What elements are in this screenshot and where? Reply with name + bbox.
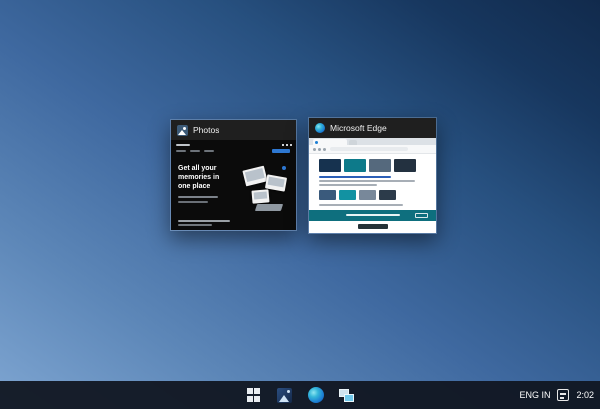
page-text-line xyxy=(319,184,377,186)
page-image-tile xyxy=(359,190,376,200)
banner-button xyxy=(415,213,428,218)
photos-preview-menubar xyxy=(176,150,214,152)
edge-inactive-tab xyxy=(349,140,357,145)
photos-footer-line xyxy=(178,224,212,226)
page-dark-button xyxy=(358,224,388,229)
edge-active-tab xyxy=(313,139,347,145)
taskbar: ENG IN 2:02 xyxy=(0,381,600,409)
edge-app-icon xyxy=(315,123,325,133)
page-text-line xyxy=(319,204,403,206)
edge-address-toolbar xyxy=(309,145,436,154)
photos-thumbnail-preview[interactable]: Get all your memories in one place xyxy=(171,140,296,230)
edge-window-thumbnail[interactable]: Microsoft Edge xyxy=(308,117,437,234)
photos-window-thumbnail[interactable]: Photos Get all your memories in one plac… xyxy=(170,119,297,231)
taskbar-icon-group xyxy=(245,381,355,409)
page-text-line xyxy=(319,180,415,182)
forward-icon xyxy=(318,148,321,151)
photos-thumbnail-header: Photos xyxy=(171,120,296,140)
task-view-icon[interactable] xyxy=(338,387,355,404)
page-image-tile xyxy=(339,190,356,200)
page-image-tile xyxy=(369,159,391,172)
system-tray: ENG IN 2:02 xyxy=(519,381,594,409)
address-bar xyxy=(330,147,408,151)
page-link-line xyxy=(319,176,391,178)
photos-thumbnail-title: Photos xyxy=(193,125,219,135)
photos-icon[interactable] xyxy=(276,387,293,404)
photos-new-video-button xyxy=(272,149,290,153)
edge-thumbnail-title: Microsoft Edge xyxy=(330,123,387,133)
photos-headline: Get all your memories in one place xyxy=(178,164,232,191)
photos-preview-titlebar xyxy=(176,142,292,148)
photos-footer-line xyxy=(178,220,230,222)
page-image-tile xyxy=(319,190,336,200)
photos-app-icon xyxy=(177,125,188,136)
refresh-icon xyxy=(323,148,326,151)
photos-illustration xyxy=(240,166,292,216)
edge-thumbnail-header: Microsoft Edge xyxy=(309,118,436,138)
edge-thumbnail-preview[interactable] xyxy=(309,138,436,233)
edge-tab-strip xyxy=(309,138,436,145)
page-notification-banner xyxy=(309,210,436,221)
page-image-tile xyxy=(379,190,396,200)
start-icon[interactable] xyxy=(245,387,262,404)
page-image-tile xyxy=(344,159,366,172)
photos-subtext-line xyxy=(178,201,208,203)
photos-subtext-line xyxy=(178,196,218,198)
back-icon xyxy=(313,148,316,151)
ime-keyboard-icon[interactable] xyxy=(557,389,569,401)
page-image-tile xyxy=(319,159,341,172)
page-image-tile xyxy=(394,159,416,172)
edge-page-content xyxy=(309,154,436,232)
desktop: Photos Get all your memories in one plac… xyxy=(0,0,600,409)
clock[interactable]: 2:02 xyxy=(576,390,594,400)
language-indicator[interactable]: ENG IN xyxy=(519,390,550,400)
window-controls-icon xyxy=(282,144,292,146)
edge-icon[interactable] xyxy=(307,387,324,404)
